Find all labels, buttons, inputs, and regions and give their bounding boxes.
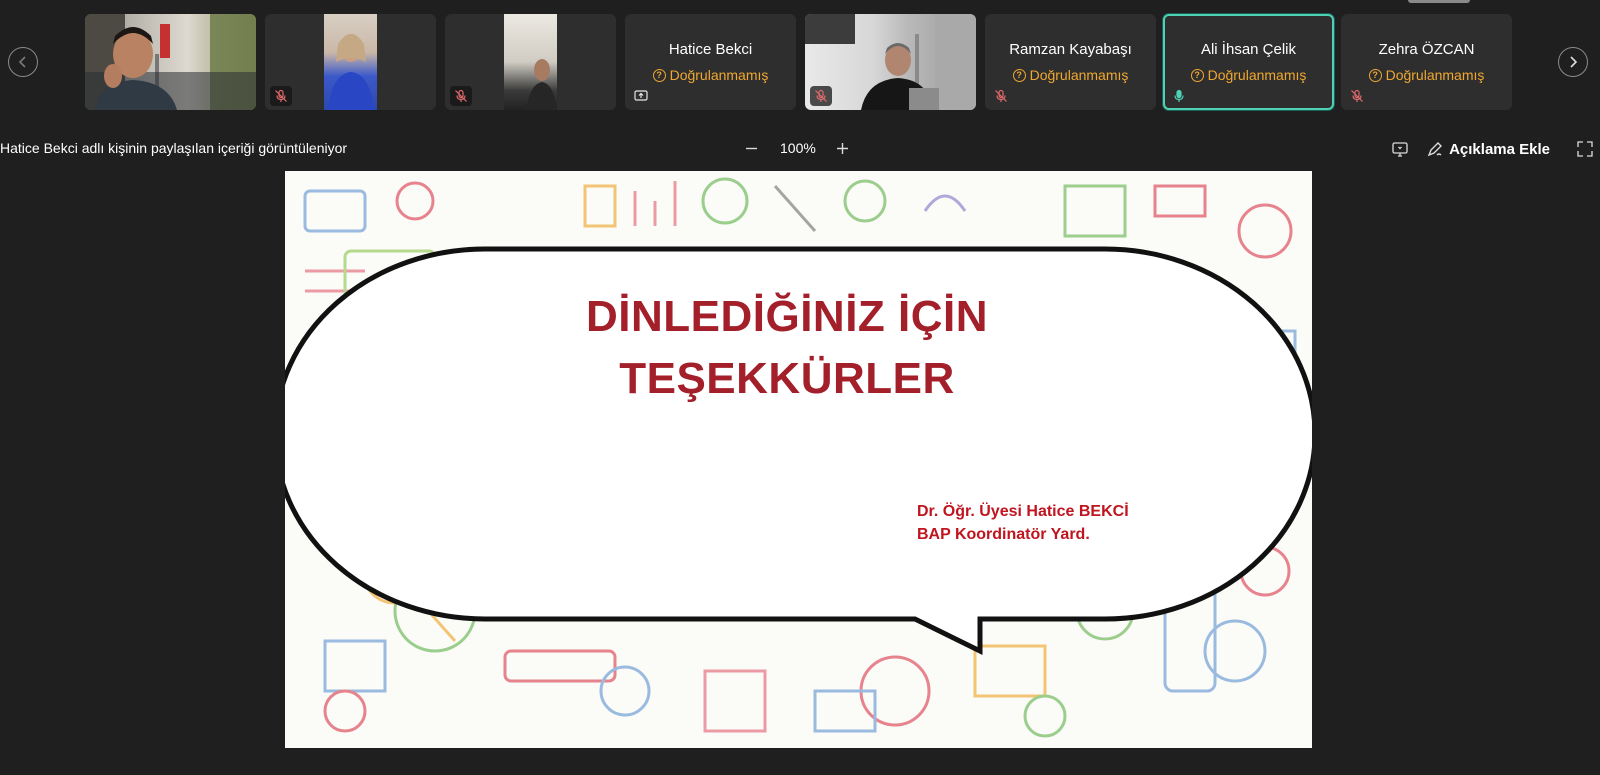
participant-video-2	[324, 14, 377, 110]
participant-tile-4[interactable]: Hatice Bekci ? Doğrulanmamış	[625, 14, 796, 110]
chevron-left-icon	[18, 56, 26, 68]
verification-label: Doğrulanmamış	[669, 67, 769, 83]
slide-title: DİNLEDİĞİNİZ İÇİN TEŞEKKÜRLER	[507, 286, 1067, 410]
participant-tile-5[interactable]	[805, 14, 976, 110]
shared-content-label: Hatice Bekci adlı kişinin paylaşılan içe…	[0, 140, 348, 156]
participant-tile-6[interactable]: Ramzan Kayabaşı ? Doğrulanmamış	[985, 14, 1156, 110]
question-icon: ?	[652, 68, 666, 82]
verification-status: ? Doğrulanmamış	[625, 67, 796, 83]
chevron-right-icon	[1570, 56, 1578, 68]
participant-tile-3[interactable]	[445, 14, 616, 110]
mic-off-icon	[270, 86, 292, 106]
participant-tile-1[interactable]	[85, 14, 256, 110]
question-icon: ?	[1368, 68, 1382, 82]
minus-icon	[745, 147, 757, 149]
annotate-button[interactable]: Açıklama Ekle	[1427, 141, 1550, 158]
participant-name: Zehra ÖZCAN	[1378, 41, 1475, 58]
zoom-in-button[interactable]	[834, 138, 852, 158]
fullscreen-icon[interactable]	[1574, 138, 1596, 160]
slide-author: Dr. Öğr. Üyesi Hatice BEKCİ BAP Koordina…	[917, 500, 1129, 546]
zoom-level: 100%	[780, 140, 816, 156]
verification-status: ? Doğrulanmamış	[1341, 67, 1512, 83]
top-handle[interactable]	[1408, 0, 1470, 3]
next-participants-button[interactable]	[1558, 47, 1588, 77]
pop-out-screen-icon[interactable]	[1389, 138, 1411, 160]
participant-video-3	[504, 14, 557, 110]
verification-status: ? Doğrulanmamış	[985, 67, 1156, 83]
pen-icon	[1427, 142, 1443, 157]
zoom-out-button[interactable]	[742, 138, 760, 158]
question-icon: ?	[1190, 68, 1204, 82]
verification-label: Doğrulanmamış	[1207, 67, 1307, 83]
participant-tile-8[interactable]: Zehra ÖZCAN ? Doğrulanmamış	[1341, 14, 1512, 110]
mic-off-icon	[810, 86, 832, 106]
zoom-controls: 100%	[742, 138, 852, 158]
meeting-window: Hatice Bekci ? Doğrulanmamış Ramzan Kaya…	[0, 0, 1600, 775]
question-icon: ?	[1012, 68, 1026, 82]
verification-status: ? Doğrulanmamış	[1165, 67, 1332, 83]
doodle-background	[285, 177, 1312, 738]
share-screen-icon	[630, 86, 652, 106]
participant-name: Hatice Bekci	[668, 41, 753, 58]
annotate-label: Açıklama Ekle	[1449, 140, 1550, 158]
slide-author-line-1: Dr. Öğr. Üyesi Hatice BEKCİ	[917, 503, 1129, 520]
mic-off-icon	[450, 86, 472, 106]
participant-name: Ali İhsan Çelik	[1200, 41, 1297, 58]
verification-label: Doğrulanmamış	[1029, 67, 1129, 83]
mic-on-icon	[1168, 86, 1190, 106]
verification-label: Doğrulanmamış	[1385, 67, 1485, 83]
participant-video-1	[85, 14, 256, 110]
participant-name: Ramzan Kayabaşı	[1009, 41, 1132, 58]
share-toolbar: Açıklama Ekle	[1389, 138, 1600, 160]
mic-off-icon	[990, 86, 1012, 106]
previous-participants-button[interactable]	[8, 47, 38, 77]
participant-tile-7[interactable]: Ali İhsan Çelik ? Doğrulanmamış	[1163, 14, 1334, 110]
slide-author-line-2: BAP Koordinatör Yard.	[917, 526, 1090, 543]
shared-slide: DİNLEDİĞİNİZ İÇİN TEŞEKKÜRLER Dr. Öğr. Ü…	[285, 171, 1312, 748]
slide-title-line-1: DİNLEDİĞİNİZ İÇİN	[585, 292, 989, 341]
slide-title-line-2: TEŞEKKÜRLER	[619, 354, 955, 403]
plus-icon	[837, 142, 849, 154]
participant-tile-2[interactable]	[265, 14, 436, 110]
mic-off-icon	[1346, 86, 1368, 106]
